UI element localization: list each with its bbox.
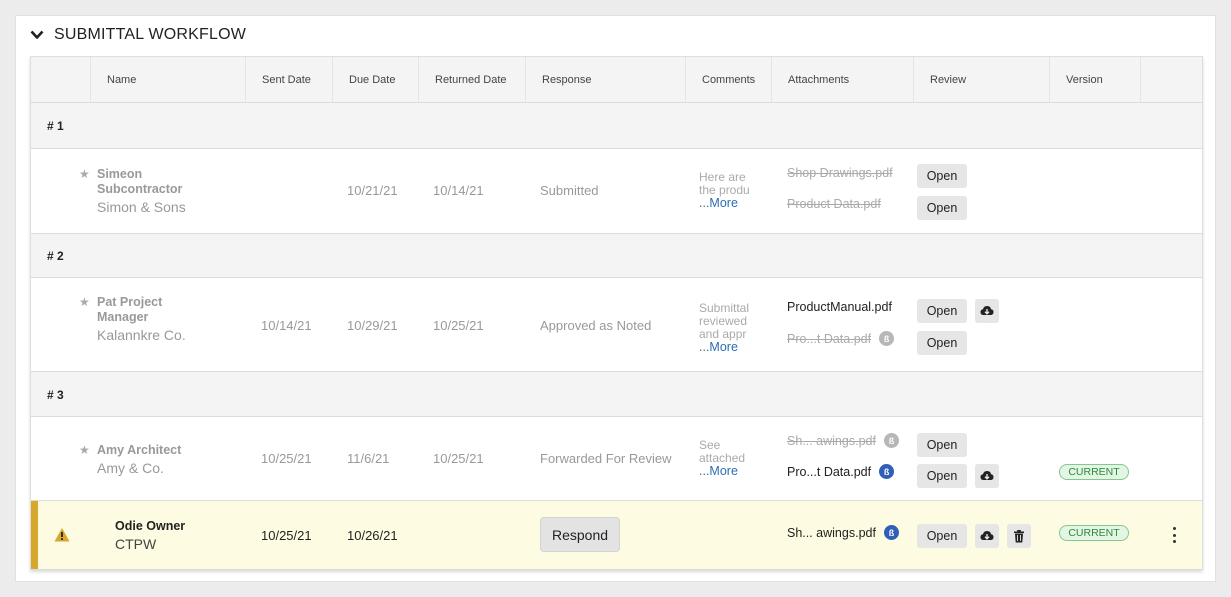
trash-icon[interactable] xyxy=(1007,524,1031,548)
attachment-filename[interactable]: Product Data.pdf xyxy=(787,197,881,211)
group-header-2: # 2 xyxy=(31,234,1202,278)
more-link[interactable]: ...More xyxy=(699,197,759,210)
column-header-sent-date[interactable]: Sent Date xyxy=(245,57,332,103)
section-header[interactable]: SUBMITTAL WORKFLOW xyxy=(28,24,246,46)
column-header-name[interactable]: Name xyxy=(90,57,245,103)
attachment-item[interactable]: Sh... awings.pdf ß xyxy=(787,525,899,540)
reviewer-company: CTPW xyxy=(115,536,157,552)
table-row-active[interactable]: Odie Owner CTPW 10/25/21 10/26/21 Respon… xyxy=(31,501,1202,570)
reviewer-name: Odie Owner xyxy=(115,519,186,533)
attachment-item[interactable]: Sh... awings.pdf ß xyxy=(787,433,899,448)
returned-date: 10/25/21 xyxy=(433,318,484,333)
star-icon[interactable]: ★ xyxy=(79,295,90,309)
response-status: Forwarded For Review xyxy=(540,451,672,466)
star-icon[interactable]: ★ xyxy=(79,443,90,457)
attachment-item[interactable]: Pro...t Data.pdf ß xyxy=(787,464,895,479)
comment-text: Submittal reviewed and appr xyxy=(699,302,750,341)
response-status: Approved as Noted xyxy=(540,318,652,333)
attachment-filename[interactable]: Pro...t Data.pdf xyxy=(787,332,871,346)
attachment-filename[interactable]: Sh... awings.pdf xyxy=(787,526,876,540)
more-link[interactable]: ...More xyxy=(699,465,759,478)
open-button[interactable]: Open xyxy=(917,164,967,188)
open-button[interactable]: Open xyxy=(917,331,967,355)
header-spacer xyxy=(31,57,90,103)
reviewer-name: Pat Project Manager xyxy=(97,295,163,324)
star-icon[interactable]: ★ xyxy=(79,167,90,181)
bluebeam-icon[interactable]: ß xyxy=(879,331,895,346)
group-header-3: # 3 xyxy=(31,372,1202,417)
attachment-item[interactable]: Product Data.pdf xyxy=(787,197,881,211)
table-row[interactable]: ★ Simeon Subcontractor Simon & Sons 10/2… xyxy=(31,149,1202,234)
attachment-item[interactable]: Pro...t Data.pdf ß xyxy=(787,331,895,346)
column-header-review[interactable]: Review xyxy=(913,57,1049,103)
cloud-download-icon[interactable] xyxy=(975,524,999,548)
group-label: # 1 xyxy=(47,119,64,133)
version-current-badge: CURRENT xyxy=(1059,464,1129,480)
more-link[interactable]: ...More xyxy=(699,341,759,354)
reviewer-company: Simon & Sons xyxy=(97,199,186,215)
cloud-download-icon[interactable] xyxy=(975,299,999,323)
chevron-down-icon[interactable] xyxy=(28,26,46,44)
reviewer-cell: ★ Simeon Subcontractor Simon & Sons xyxy=(79,167,207,215)
sent-date: 10/25/21 xyxy=(261,528,312,543)
open-button[interactable]: Open xyxy=(917,464,967,488)
open-button[interactable]: Open xyxy=(917,524,967,548)
table-row[interactable]: ★ Pat Project Manager Kalannkre Co. 10/1… xyxy=(31,278,1202,372)
workflow-table: Name Sent Date Due Date Returned Date Re… xyxy=(30,56,1203,570)
group-label: # 2 xyxy=(47,249,64,263)
open-button[interactable]: Open xyxy=(917,433,967,457)
column-header-due-date[interactable]: Due Date xyxy=(332,57,418,103)
attachment-filename[interactable]: Shop Drawings.pdf xyxy=(787,166,893,180)
table-row[interactable]: ★ Amy Architect Amy & Co. 10/25/21 11/6/… xyxy=(31,417,1202,501)
bluebeam-icon[interactable]: ß xyxy=(883,525,899,540)
column-header-version[interactable]: Version xyxy=(1049,57,1140,103)
reviewer-cell: ★ Pat Project Manager Kalannkre Co. xyxy=(79,295,207,343)
respond-button[interactable]: Respond xyxy=(540,517,620,552)
column-header-returned-date[interactable]: Returned Date xyxy=(418,57,525,103)
warning-icon xyxy=(54,528,70,542)
due-date: 10/26/21 xyxy=(347,528,398,543)
more-vertical-icon[interactable] xyxy=(1171,527,1177,543)
open-button[interactable]: Open xyxy=(917,299,967,323)
comment-cell: See attached for y ...More xyxy=(699,439,759,478)
active-indicator-bar xyxy=(31,501,38,569)
comment-cell: Here are the produ ...More xyxy=(699,171,759,210)
reviewer-cell: Odie Owner CTPW xyxy=(115,519,225,552)
reviewer-name: Amy Architect xyxy=(97,443,182,457)
comment-text: See attached for y xyxy=(699,439,746,465)
column-header-attachments[interactable]: Attachments xyxy=(771,57,913,103)
section-title: SUBMITTAL WORKFLOW xyxy=(54,26,247,43)
attachment-item[interactable]: Shop Drawings.pdf xyxy=(787,166,893,180)
reviewer-name: Simeon Subcontractor xyxy=(97,167,183,196)
sent-date: 10/25/21 xyxy=(261,451,312,466)
column-header-comments[interactable]: Comments xyxy=(685,57,771,103)
submittal-workflow-card: SUBMITTAL WORKFLOW Name Sent Date Due Da… xyxy=(15,15,1216,582)
comment-cell: Submittal reviewed and appr ...More xyxy=(699,302,759,354)
group-label: # 3 xyxy=(47,388,64,402)
attachment-item[interactable]: ProductManual.pdf xyxy=(787,300,892,314)
attachment-filename[interactable]: ProductManual.pdf xyxy=(787,300,892,314)
cloud-download-icon[interactable] xyxy=(975,464,999,488)
bluebeam-icon[interactable]: ß xyxy=(879,464,895,479)
column-header-response[interactable]: Response xyxy=(525,57,685,103)
due-date: 10/29/21 xyxy=(347,318,398,333)
due-date: 11/6/21 xyxy=(347,451,390,466)
response-status: Submitted xyxy=(540,183,599,198)
due-date: 10/21/21 xyxy=(347,183,398,198)
open-button[interactable]: Open xyxy=(917,196,967,220)
reviewer-cell: ★ Amy Architect Amy & Co. xyxy=(79,443,207,476)
reviewer-company: Kalannkre Co. xyxy=(97,327,186,343)
version-current-badge: CURRENT xyxy=(1059,525,1129,541)
returned-date: 10/14/21 xyxy=(433,183,484,198)
table-header: Name Sent Date Due Date Returned Date Re… xyxy=(31,57,1202,103)
group-header-1: # 1 xyxy=(31,103,1202,149)
header-actions-spacer xyxy=(1140,57,1204,103)
sent-date: 10/14/21 xyxy=(261,318,312,333)
attachment-filename[interactable]: Pro...t Data.pdf xyxy=(787,465,871,479)
bluebeam-icon[interactable]: ß xyxy=(883,433,899,448)
attachment-filename[interactable]: Sh... awings.pdf xyxy=(787,434,876,448)
comment-text: Here are the produ xyxy=(699,171,750,197)
returned-date: 10/25/21 xyxy=(433,451,484,466)
reviewer-company: Amy & Co. xyxy=(97,460,164,476)
